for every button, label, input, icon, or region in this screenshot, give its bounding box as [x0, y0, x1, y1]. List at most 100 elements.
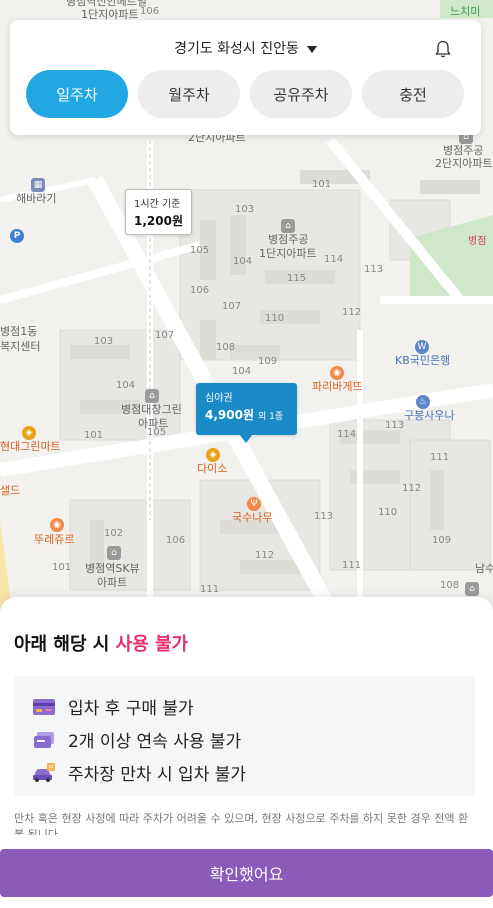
- top-filter-card: 경기도 화성시 진안동 일주차 월주차 공유주차 충전: [10, 20, 481, 135]
- bldg-number: 113: [314, 511, 334, 522]
- bldg-number: 104: [116, 380, 136, 391]
- car-parking-icon: P: [33, 762, 55, 782]
- bldg-number: 115: [287, 273, 307, 284]
- list-item: 입차 후 구매 불가: [32, 690, 475, 723]
- bldg-number: 103: [235, 204, 255, 215]
- credit-card-icon: [33, 698, 55, 715]
- poi-label: 구봉사우나: [404, 409, 455, 422]
- tab-daily[interactable]: 일주차: [26, 70, 128, 118]
- restriction-text: 주차장 만차 시 입차 불가: [68, 765, 247, 785]
- poi-label: 2단지아파트: [435, 157, 493, 170]
- bldg-number: 113: [364, 264, 384, 275]
- poi-label: 해바라기: [16, 192, 57, 205]
- mart-icon: ◈: [22, 426, 36, 440]
- apartment-icon: ⌂: [281, 219, 295, 233]
- bldg-number: 104: [232, 366, 252, 377]
- sheet-title: 아래 해당 시 사용 불가: [14, 630, 188, 656]
- caret-down-icon: [306, 45, 317, 53]
- poi-label: 남수: [475, 562, 493, 575]
- poi-label: 느치미: [450, 5, 481, 18]
- bakery-icon: ◉: [50, 518, 64, 532]
- apartment-icon: ⌂: [145, 389, 159, 403]
- location-selector[interactable]: 경기도 화성시 진안동: [10, 38, 481, 58]
- sheet-title-highlight: 사용 불가: [115, 634, 189, 655]
- apartment-icon: ⌂: [107, 546, 121, 560]
- building-icon: ▦: [31, 178, 45, 192]
- poi-label: 샐드: [0, 484, 21, 497]
- restaurant-icon: Ψ: [247, 497, 261, 511]
- bldg-number: 108: [440, 580, 460, 591]
- bldg-number: 110: [265, 313, 285, 324]
- poi-label: KB국민은행: [395, 354, 451, 367]
- price-marker-extra: 외 1종: [258, 412, 284, 422]
- bldg-number: 101: [52, 562, 72, 573]
- poi-label: 국수나무: [232, 511, 273, 524]
- bldg-number: 114: [337, 429, 357, 440]
- bldg-number: 112: [255, 550, 275, 561]
- bldg-number: 101: [312, 179, 332, 190]
- poi-label: 병점대창그린: [121, 403, 182, 416]
- poi-label: 다이소: [197, 462, 228, 475]
- bldg-number: 110: [378, 507, 398, 518]
- bldg-number: 105: [190, 245, 210, 256]
- bell-icon[interactable]: [433, 38, 453, 60]
- poi-label: 병점주공: [268, 233, 309, 246]
- poi-label: 1단지아파트: [259, 247, 317, 260]
- parking-icon: P: [10, 229, 24, 243]
- bldg-number: 104: [233, 256, 253, 267]
- bldg-number: 111: [430, 452, 450, 463]
- sauna-icon: ♨: [416, 395, 430, 409]
- apartment-icon: ⌂: [465, 582, 479, 596]
- restriction-text: 2개 이상 연속 사용 불가: [68, 732, 242, 752]
- bldg-number: 114: [324, 254, 344, 265]
- bldg-number: 106: [166, 535, 186, 546]
- poi-label: 병점주공: [443, 144, 484, 157]
- price-marker-value: 4,900원: [205, 408, 254, 422]
- list-item: P 주차장 만차 시 입차 불가: [32, 756, 475, 789]
- bldg-number: 103: [94, 336, 114, 347]
- bldg-number: 108: [216, 342, 236, 353]
- price-marker-hourly[interactable]: 1시간 기준 1,200원: [125, 189, 192, 235]
- price-marker-value: 1,200원: [134, 214, 183, 228]
- poi-label: 병점역SK뷰: [85, 562, 140, 575]
- poi-label: 현대그린마트: [0, 440, 61, 453]
- confirm-button[interactable]: 확인했어요: [0, 849, 493, 897]
- restriction-text: 입차 후 구매 불가: [68, 699, 194, 719]
- bank-icon: W: [415, 340, 429, 354]
- bldg-number: 111: [200, 584, 220, 595]
- poi-label: 병점1동: [0, 325, 38, 338]
- tickets-icon: [34, 731, 54, 748]
- list-item: 2개 이상 연속 사용 불가: [32, 723, 475, 756]
- poi-label: 아파트: [138, 417, 169, 430]
- bldg-number: 111: [342, 560, 362, 571]
- restriction-list: 입차 후 구매 불가 2개 이상 연속 사용 불가 P 주차장 만차 시 입차 …: [14, 676, 475, 796]
- price-marker-title: 심야권: [205, 393, 233, 404]
- svg-text:P: P: [49, 765, 53, 771]
- store-icon: ◈: [206, 448, 220, 462]
- bldg-number: 107: [222, 301, 242, 312]
- bldg-number: 102: [104, 528, 124, 539]
- price-marker-selected[interactable]: 심야권 4,900원 외 1종: [196, 383, 297, 443]
- poi-label: 파리바게뜨: [312, 380, 363, 393]
- fine-print: 만차 혹은 현장 사정에 따라 주차가 어려울 수 있으며, 현장 사정으로 주…: [14, 812, 469, 835]
- poi-label: 뚜레쥬르: [34, 533, 75, 546]
- bldg-number: 112: [402, 483, 422, 494]
- bldg-number: 106: [190, 285, 210, 296]
- bldg-number: 112: [342, 307, 362, 318]
- price-marker-title: 1시간 기준: [134, 199, 181, 210]
- tab-charging[interactable]: 충전: [362, 70, 464, 118]
- poi-label: 복지센터: [0, 340, 41, 353]
- bldg-number: 107: [155, 330, 175, 341]
- tab-shared[interactable]: 공유주차: [250, 70, 352, 118]
- bldg-number: 109: [432, 535, 452, 546]
- poi-label: 아파트: [97, 576, 128, 589]
- bakery-icon: ◉: [330, 366, 344, 380]
- bldg-number: 109: [258, 356, 278, 367]
- parking-type-tabs: 일주차 월주차 공유주차 충전: [26, 70, 464, 118]
- location-label: 경기도 화성시 진안동: [174, 41, 299, 57]
- poi-label: 병점: [468, 236, 487, 247]
- tab-monthly[interactable]: 월주차: [138, 70, 240, 118]
- bldg-number: 113: [385, 420, 405, 431]
- sheet-title-prefix: 아래 해당 시: [14, 634, 116, 655]
- bldg-number: 101: [84, 430, 104, 441]
